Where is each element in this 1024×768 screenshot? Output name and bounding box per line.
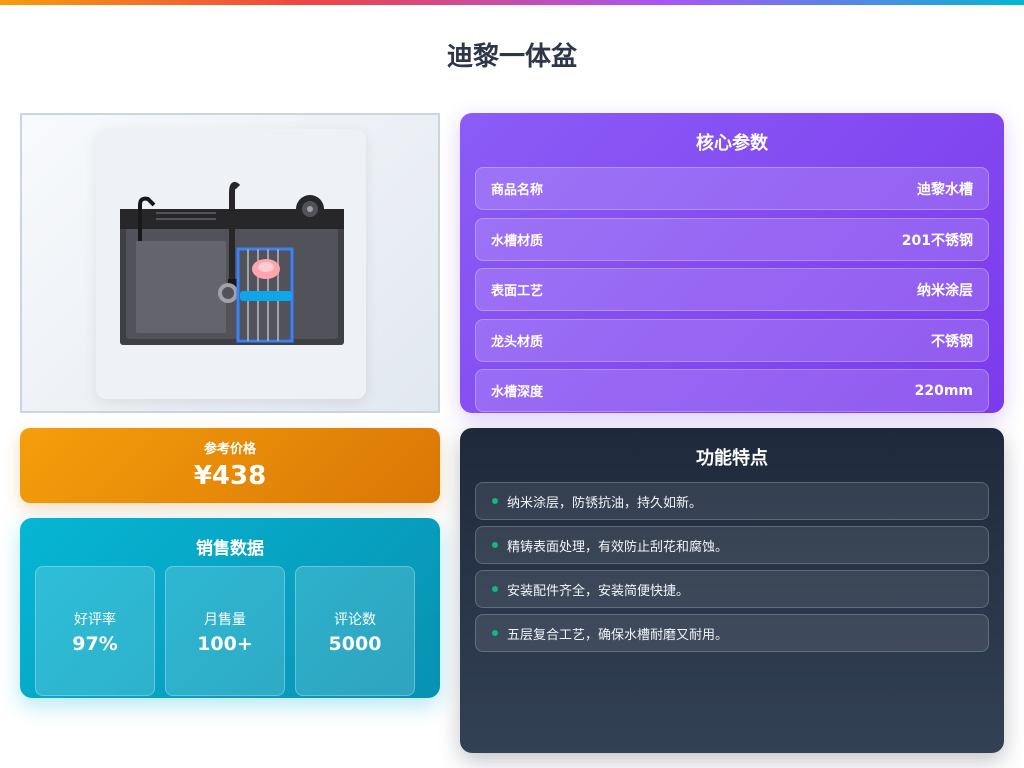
bullet-dot-icon	[492, 542, 498, 548]
price-label: 参考价格	[203, 442, 256, 457]
sales-data-title: 销售数据	[196, 539, 264, 559]
feature-text: 纳米涂层，防锈抗油，持久如新。	[507, 495, 703, 511]
param-value: 纳米涂层	[917, 282, 973, 299]
feature-item: 五层复合工艺，确保水槽耐磨又耐用。	[475, 614, 989, 652]
feature-item: 安装配件齐全，安装简便快捷。	[475, 570, 989, 608]
stat-label: 评论数	[334, 612, 376, 628]
price-value: ¥438	[193, 461, 267, 491]
stat-label: 好评率	[74, 612, 116, 628]
feature-text: 五层复合工艺，确保水槽耐磨又耐用。	[507, 627, 729, 643]
bullet-dot-icon	[492, 498, 498, 504]
param-value: 迪黎水槽	[917, 181, 973, 198]
param-label: 水槽材质	[491, 234, 544, 249]
bullet-dot-icon	[492, 630, 498, 636]
price-card: 参考价格 ¥438	[20, 428, 440, 503]
sales-data-panel: 销售数据 好评率 97% 月售量 100+ 评论数 5000	[20, 518, 440, 698]
bullet-dot-icon	[492, 586, 498, 592]
feature-item: 纳米涂层，防锈抗油，持久如新。	[475, 482, 989, 520]
param-row-surface: 表面工艺 纳米涂层	[475, 268, 989, 311]
page-title: 迪黎一体盆	[446, 42, 577, 72]
stat-rating: 好评率 97%	[35, 566, 155, 696]
param-row-depth: 水槽深度 220mm	[475, 369, 989, 412]
feature-text: 安装配件齐全，安装简便快捷。	[507, 583, 690, 599]
stat-value: 97%	[72, 633, 118, 655]
stat-value: 5000	[328, 633, 382, 655]
param-value: 201不锈钢	[901, 232, 973, 249]
kitchen-sink-icon	[120, 182, 344, 345]
param-row-material: 水槽材质 201不锈钢	[475, 218, 989, 261]
param-label: 表面工艺	[491, 284, 544, 299]
stat-value: 100+	[197, 633, 253, 655]
features-title: 功能特点	[696, 448, 768, 469]
product-image	[96, 129, 366, 399]
param-row-faucet: 龙头材质 不锈钢	[475, 319, 989, 362]
param-label: 龙头材质	[491, 335, 544, 350]
feature-item: 精铸表面处理，有效防止刮花和腐蚀。	[475, 526, 989, 564]
param-label: 商品名称	[491, 183, 544, 198]
feature-text: 精铸表面处理，有效防止刮花和腐蚀。	[507, 539, 729, 555]
core-params-panel: 核心参数 商品名称 迪黎水槽 水槽材质 201不锈钢 表面工艺 纳米涂层 龙头材…	[460, 113, 1004, 413]
features-panel: 功能特点 纳米涂层，防锈抗油，持久如新。 精铸表面处理，有效防止刮花和腐蚀。 安…	[460, 428, 1004, 753]
param-value: 不锈钢	[931, 333, 973, 350]
stat-label: 月售量	[204, 612, 246, 628]
param-row-name: 商品名称 迪黎水槽	[475, 167, 989, 210]
stat-monthly-sales: 月售量 100+	[165, 566, 285, 696]
stat-reviews: 评论数 5000	[295, 566, 415, 696]
top-gradient-bar	[0, 0, 1024, 5]
product-image-panel	[20, 113, 440, 413]
param-label: 水槽深度	[491, 385, 544, 400]
param-value: 220mm	[914, 382, 973, 399]
core-params-title: 核心参数	[696, 133, 768, 154]
